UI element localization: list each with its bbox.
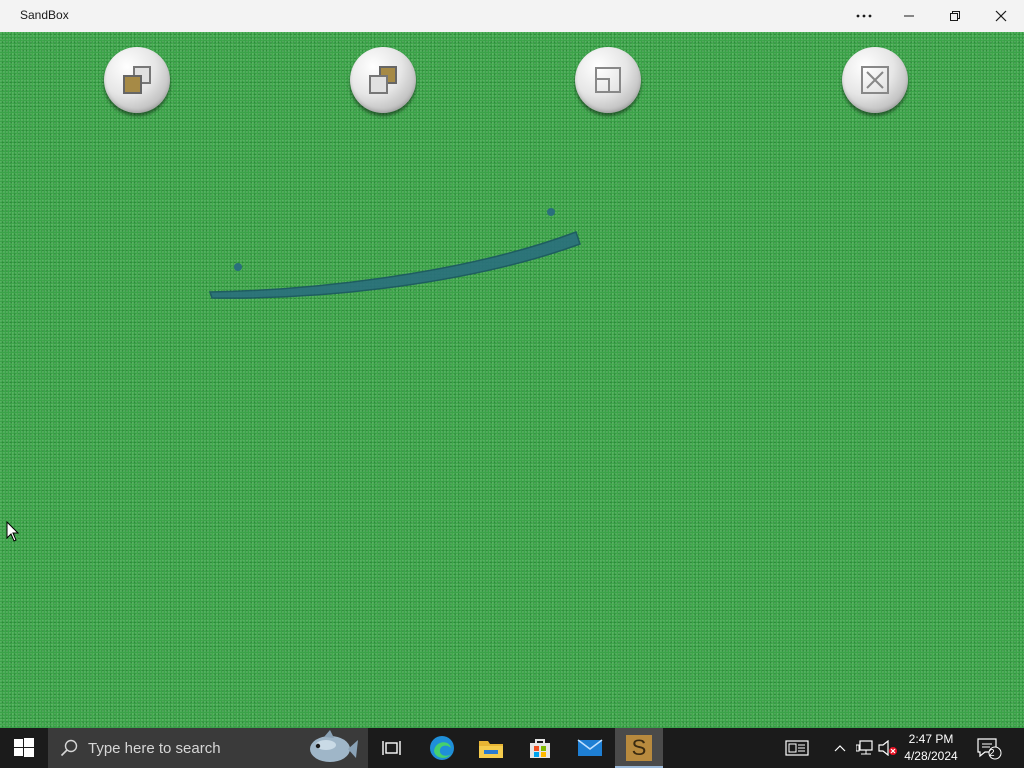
more-icon [856, 14, 872, 18]
title-bar: SandBox [0, 0, 1024, 32]
clock-time: 2:47 PM [908, 732, 954, 746]
fish-decoration-icon [310, 730, 358, 762]
search-placeholder: Type here to search [88, 740, 221, 757]
start-button[interactable] [0, 728, 48, 768]
sandbox-app-icon: S [626, 735, 652, 761]
search-icon [60, 739, 78, 757]
resize-icon [595, 67, 621, 93]
chevron-up-icon [834, 745, 846, 752]
send-to-back-button[interactable] [350, 47, 416, 113]
bring-to-front-button[interactable] [104, 47, 170, 113]
notification-count-badge: 2 [989, 748, 995, 759]
delete-button[interactable] [842, 47, 908, 113]
mail-icon [577, 739, 603, 756]
store-icon [530, 739, 550, 758]
delete-icon [861, 66, 889, 94]
send-to-back-icon [369, 66, 397, 94]
clock-date: 4/28/2024 [904, 749, 958, 763]
taskbar-search-box[interactable]: Type here to search [48, 728, 368, 768]
restore-icon [950, 11, 960, 21]
mouse-cursor-icon [6, 521, 20, 542]
edge-icon [430, 736, 454, 760]
file-explorer-button[interactable] [467, 728, 515, 768]
taskbar: Type here to search S 2:47 PM 4/28/2024 … [0, 728, 1024, 768]
more-options-button[interactable] [841, 0, 887, 32]
stick-handle-left[interactable] [234, 263, 242, 271]
minimize-icon [904, 15, 914, 17]
window-title: SandBox [20, 8, 69, 22]
mail-button[interactable] [566, 728, 614, 768]
sandbox-canvas[interactable] [0, 32, 1024, 728]
task-view-button[interactable] [368, 728, 416, 768]
volume-button[interactable] [877, 728, 899, 768]
show-hidden-icons-button[interactable] [830, 728, 850, 768]
news-icon [785, 740, 809, 756]
restore-button[interactable] [932, 0, 978, 32]
volume-muted-icon [878, 740, 897, 756]
resize-button[interactable] [575, 47, 641, 113]
edge-taskbar-button[interactable] [418, 728, 466, 768]
sandbox-taskbar-button[interactable]: S [615, 728, 663, 768]
notifications-button[interactable]: 2 [974, 728, 1004, 768]
network-icon [856, 740, 873, 755]
task-view-icon [382, 741, 401, 755]
bring-to-front-icon [123, 66, 151, 94]
folder-icon [479, 741, 503, 758]
stick-handle-right[interactable] [547, 208, 555, 216]
store-button[interactable] [516, 728, 564, 768]
close-button[interactable] [978, 0, 1024, 32]
news-widget-button[interactable] [780, 728, 814, 768]
sandbox-window: SandBox Type here to search S 2:47 PM 4/… [0, 0, 1024, 768]
network-button[interactable] [854, 728, 876, 768]
stick-object[interactable] [200, 202, 590, 312]
windows-logo-icon [14, 738, 34, 757]
clock-button[interactable]: 2:47 PM 4/28/2024 [898, 731, 964, 765]
minimize-button[interactable] [886, 0, 932, 32]
close-icon [995, 10, 1007, 22]
